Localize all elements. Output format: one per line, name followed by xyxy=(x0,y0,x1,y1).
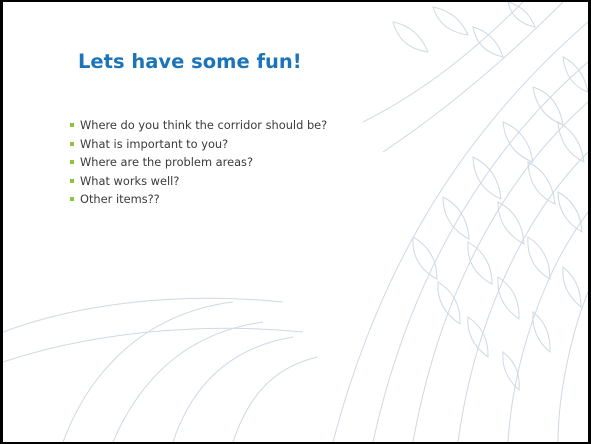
slide: Lets have some fun! Where do you think t… xyxy=(3,2,588,442)
bullet-text: What is important to you? xyxy=(80,136,229,151)
square-bullet-icon xyxy=(70,141,74,146)
bullet-text: Other items?? xyxy=(80,192,160,206)
bullet-list: Where do you think the corridor should b… xyxy=(70,116,327,209)
square-bullet-icon xyxy=(70,178,74,183)
bullet-text: Where do you think the corridor should b… xyxy=(80,118,328,132)
list-item: What is important to you? xyxy=(70,135,327,154)
list-item: What works well? xyxy=(70,172,327,191)
square-bullet-icon xyxy=(70,160,74,164)
list-item: Other items?? xyxy=(70,190,327,209)
square-bullet-icon xyxy=(70,197,74,201)
list-item: Where do you think the corridor should b… xyxy=(70,116,327,135)
bullet-text: What works well? xyxy=(80,173,180,188)
slide-title: Lets have some fun! xyxy=(78,50,302,73)
list-item: Where are the problem areas? xyxy=(70,153,327,172)
square-bullet-icon xyxy=(70,123,74,127)
bullet-text: Where are the problem areas? xyxy=(80,155,254,169)
